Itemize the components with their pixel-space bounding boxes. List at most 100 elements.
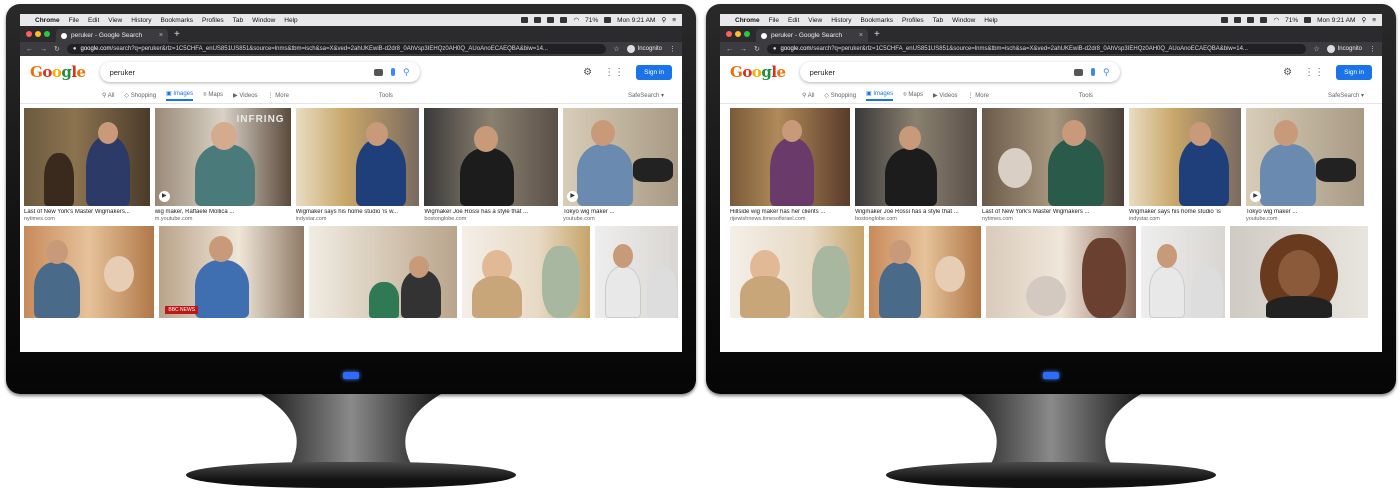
menu-file[interactable]: File: [769, 17, 779, 24]
result-thumbnail[interactable]: [595, 226, 678, 318]
menu-bookmarks[interactable]: Bookmarks: [160, 17, 193, 24]
spotlight-icon[interactable]: ⚲: [1361, 16, 1366, 24]
result-thumbnail[interactable]: BBC NEWS: [159, 226, 304, 318]
reload-icon[interactable]: ↻: [54, 45, 60, 53]
gear-icon[interactable]: ⚙: [1283, 67, 1292, 78]
status-icon[interactable]: [560, 17, 568, 23]
close-window-button[interactable]: [726, 31, 732, 37]
menu-kebab-icon[interactable]: ⋮: [1369, 45, 1376, 53]
menu-app-name[interactable]: Chrome: [735, 17, 760, 24]
back-icon[interactable]: ←: [26, 46, 33, 53]
result-thumbnail[interactable]: [24, 108, 150, 206]
url-field[interactable]: ● google.com /search?q=peruker&rlz=1C5CH…: [766, 44, 1307, 54]
search-icon[interactable]: ⚲: [403, 67, 410, 78]
menu-view[interactable]: View: [808, 17, 822, 24]
result-thumbnail[interactable]: [1141, 226, 1225, 318]
flag-icon[interactable]: [604, 17, 612, 23]
bookmark-star-icon[interactable]: ☆: [1313, 45, 1319, 53]
image-result[interactable]: Last of New York's Master Wigmakers... n…: [24, 108, 150, 222]
tab-google-search[interactable]: peruker - Google Search ×: [56, 29, 168, 42]
result-thumbnail[interactable]: [869, 226, 981, 318]
wifi-icon[interactable]: ◠: [573, 16, 579, 24]
image-result[interactable]: Hillside wig maker has her clients ... r…: [730, 108, 850, 222]
result-thumbnail[interactable]: [1230, 226, 1368, 318]
clock[interactable]: Mon 9:21 AM: [1317, 17, 1355, 24]
wifi-icon[interactable]: ◠: [1273, 16, 1279, 24]
tab-more[interactable]: ⋮ More: [968, 92, 989, 99]
control-center-icon[interactable]: ≡: [672, 17, 676, 24]
tools-button[interactable]: Tools: [1079, 93, 1093, 99]
status-icon[interactable]: [547, 17, 555, 23]
search-box[interactable]: peruker ⚲: [100, 62, 420, 82]
status-icon[interactable]: [534, 17, 542, 23]
result-thumbnail[interactable]: [730, 108, 850, 206]
tab-shopping[interactable]: ◇ Shopping: [124, 92, 156, 99]
result-thumbnail[interactable]: [308, 226, 457, 318]
status-icon[interactable]: [1247, 17, 1255, 23]
google-logo[interactable]: Google: [730, 63, 786, 81]
tab-videos[interactable]: ▶ Videos: [233, 92, 258, 99]
minimize-window-button[interactable]: [735, 31, 741, 37]
tab-images[interactable]: ▣ Images: [866, 90, 894, 101]
menu-tab[interactable]: Tab: [233, 17, 243, 24]
menu-help[interactable]: Help: [284, 17, 297, 24]
menu-window[interactable]: Window: [252, 17, 275, 24]
reload-icon[interactable]: ↻: [754, 45, 760, 53]
image-result[interactable]: INFRING ▶ wig maker, Raffaele Mollica ..…: [154, 108, 291, 222]
menu-window[interactable]: Window: [952, 17, 975, 24]
power-led[interactable]: [343, 372, 359, 379]
close-window-button[interactable]: [26, 31, 32, 37]
status-icon[interactable]: [1260, 17, 1268, 23]
image-result[interactable]: Wigmaker Joe Rossi has a style that ... …: [855, 108, 977, 222]
menu-app-name[interactable]: Chrome: [35, 17, 60, 24]
safesearch-button[interactable]: SafeSearch ▾: [1328, 92, 1364, 99]
zoom-window-button[interactable]: [44, 31, 50, 37]
menu-history[interactable]: History: [131, 17, 151, 24]
menu-bookmarks[interactable]: Bookmarks: [860, 17, 893, 24]
result-thumbnail[interactable]: [295, 108, 420, 206]
tab-images[interactable]: ▣ Images: [166, 90, 194, 101]
clock[interactable]: Mon 9:21 AM: [617, 17, 655, 24]
result-thumbnail[interactable]: [730, 226, 864, 318]
tab-shopping[interactable]: ◇ Shopping: [824, 92, 856, 99]
menu-profiles[interactable]: Profiles: [202, 17, 224, 24]
tab-maps[interactable]: ⌾ Maps: [203, 92, 223, 99]
zoom-window-button[interactable]: [744, 31, 750, 37]
incognito-indicator[interactable]: Incognito: [626, 45, 662, 53]
tab-google-search[interactable]: peruker - Google Search ×: [756, 29, 868, 42]
control-center-icon[interactable]: ≡: [1372, 17, 1376, 24]
status-icon[interactable]: [1221, 17, 1229, 23]
camera-search-icon[interactable]: [1074, 68, 1083, 76]
tab-more[interactable]: ⋮ More: [268, 92, 289, 99]
menu-kebab-icon[interactable]: ⋮: [669, 45, 676, 53]
result-thumbnail[interactable]: ▶: [563, 108, 678, 206]
image-result[interactable]: Last of New York's Master Wigmakers ... …: [982, 108, 1124, 222]
menu-file[interactable]: File: [69, 17, 79, 24]
google-logo[interactable]: Google: [30, 63, 86, 81]
image-result[interactable]: [595, 226, 678, 318]
menu-tab[interactable]: Tab: [933, 17, 943, 24]
search-input[interactable]: peruker: [810, 68, 1066, 77]
microphone-icon[interactable]: [1091, 68, 1095, 76]
result-thumbnail[interactable]: [855, 108, 977, 206]
menu-profiles[interactable]: Profiles: [902, 17, 924, 24]
menu-edit[interactable]: Edit: [788, 17, 799, 24]
flag-icon[interactable]: [1304, 17, 1312, 23]
image-result[interactable]: Wigmaker says his home studio 'is w... i…: [295, 108, 420, 222]
new-tab-button[interactable]: +: [874, 29, 880, 40]
menu-edit[interactable]: Edit: [88, 17, 99, 24]
image-result[interactable]: [24, 226, 155, 318]
result-thumbnail[interactable]: [424, 108, 559, 206]
image-result[interactable]: [1230, 226, 1368, 318]
result-thumbnail[interactable]: [461, 226, 591, 318]
power-led[interactable]: [1043, 372, 1059, 379]
sign-in-button[interactable]: Sign in: [1336, 64, 1372, 80]
tab-videos[interactable]: ▶ Videos: [933, 92, 958, 99]
forward-icon[interactable]: →: [740, 46, 747, 53]
status-icon[interactable]: [521, 17, 529, 23]
search-icon[interactable]: ⚲: [1103, 67, 1110, 78]
image-result[interactable]: ▶ Tokyo wig maker ... youtube.com: [1246, 108, 1364, 222]
image-result[interactable]: [986, 226, 1136, 318]
bookmark-star-icon[interactable]: ☆: [613, 45, 619, 53]
image-result[interactable]: [461, 226, 591, 318]
